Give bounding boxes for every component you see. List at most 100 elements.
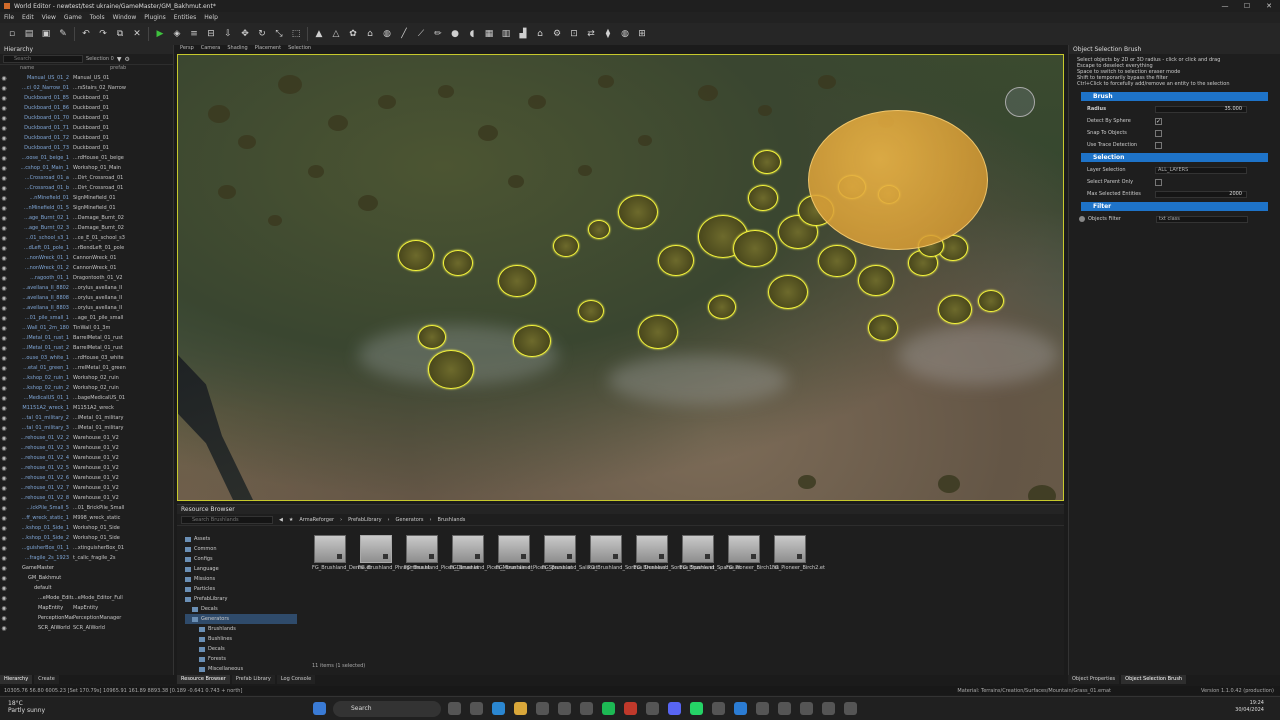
crumb-prefablibrary[interactable]: PrefabLibrary <box>348 517 381 523</box>
delete-icon[interactable]: ✕ <box>131 28 143 40</box>
swap-icon[interactable]: ⇄ <box>585 28 597 40</box>
hierarchy-row[interactable]: ◉ ...ci_02_Narrow_01 ...rsStairs_02_Narrow <box>0 83 173 93</box>
visibility-eye-icon[interactable]: ◉ <box>0 305 8 312</box>
hierarchy-row[interactable]: ◉ ...kshop_02_ruin_1 Workshop_02_ruin <box>0 373 173 383</box>
asset-tile[interactable]: FG_Brushland_Picea_Dense.et <box>404 535 479 571</box>
folder-item[interactable]: Decals <box>185 644 297 654</box>
visibility-eye-icon[interactable]: ◉ <box>0 615 8 622</box>
rotate-icon[interactable]: ↻ <box>256 28 268 40</box>
menu-view[interactable]: View <box>42 14 56 21</box>
hierarchy-row[interactable]: ◉ Duckboard_01_73 Duckboard_01 <box>0 143 173 153</box>
visibility-eye-icon[interactable]: ◉ <box>0 545 8 552</box>
parent-only-checkbox[interactable] <box>1155 178 1162 186</box>
asset-tile[interactable]: FG_Brushland_Sorbus_Dense.et <box>588 535 667 571</box>
photos-icon[interactable] <box>580 702 593 715</box>
visibility-eye-icon[interactable]: ◉ <box>0 225 8 232</box>
visibility-eye-icon[interactable]: ◉ <box>0 465 8 472</box>
hierarchy-row[interactable]: ◉ Duckboard_01_70 Duckboard_01 <box>0 113 173 123</box>
app-icon[interactable] <box>822 702 835 715</box>
visibility-eye-icon[interactable]: ◉ <box>0 515 8 522</box>
visibility-eye-icon[interactable]: ◉ <box>0 595 8 602</box>
house-icon[interactable]: ⌂ <box>534 28 546 40</box>
hierarchy-row[interactable]: ◉ ...avellana_II_8802 ...orylus_avellana_I… <box>0 283 173 293</box>
visibility-eye-icon[interactable]: ◉ <box>0 285 8 292</box>
hierarchy-row[interactable]: ◉ ...rehouse_01_V2_2 Warehouse_01_V2 <box>0 433 173 443</box>
hierarchy-row[interactable]: ◉ ...oose_01_beige_1 ...rdHouse_01_beige <box>0 153 173 163</box>
visibility-eye-icon[interactable]: ◉ <box>0 215 8 222</box>
visibility-eye-icon[interactable]: ◉ <box>0 95 8 102</box>
tab-object-selection-brush[interactable]: Object Selection Brush <box>1121 675 1187 684</box>
folder-item[interactable]: Configs <box>185 554 297 564</box>
radius-input[interactable]: 35.000 <box>1155 105 1247 113</box>
visibility-eye-icon[interactable]: ◉ <box>0 625 8 632</box>
mail-icon[interactable] <box>536 702 549 715</box>
col-prefab[interactable]: prefab <box>110 65 126 73</box>
whatsapp-icon[interactable] <box>690 702 703 715</box>
app-icon[interactable] <box>712 702 725 715</box>
close-button[interactable]: ✕ <box>1258 0 1280 12</box>
hierarchy-row[interactable]: ◉ ...guisherBox_01_1 ...xtinguisherBox_01 <box>0 543 173 553</box>
menu-tools[interactable]: Tools <box>90 14 105 21</box>
folder-item[interactable]: Language <box>185 564 297 574</box>
orientation-gizmo-icon[interactable] <box>1005 87 1035 117</box>
road-icon[interactable]: ⟋ <box>415 28 427 40</box>
entity-row[interactable]: ◉ GameMaster <box>0 563 173 573</box>
detect-sphere-checkbox[interactable]: ✓ <box>1155 117 1162 125</box>
hierarchy-row[interactable]: ◉ ...nMinefield_01 SignMinefield_01 <box>0 193 173 203</box>
visibility-eye-icon[interactable]: ◉ <box>0 115 8 122</box>
focus-icon[interactable]: ⊡ <box>568 28 580 40</box>
taskbar-search[interactable]: Search <box>333 701 441 717</box>
visibility-eye-icon[interactable]: ◉ <box>0 85 8 92</box>
prefab-icon[interactable]: ⌂ <box>364 28 376 40</box>
visibility-eye-icon[interactable]: ◉ <box>0 605 8 612</box>
visibility-eye-icon[interactable]: ◉ <box>0 255 8 262</box>
hierarchy-row[interactable]: ◉ ...rehouse_01_V2_3 Warehouse_01_V2 <box>0 443 173 453</box>
hierarchy-row[interactable]: ◉ ...kshop_02_ruin_2 Workshop_02_ruin <box>0 383 173 393</box>
app-icon[interactable] <box>646 702 659 715</box>
visibility-eye-icon[interactable]: ◉ <box>0 475 8 482</box>
visibility-eye-icon[interactable]: ◉ <box>0 585 8 592</box>
copy-icon[interactable]: ⧉ <box>114 28 126 40</box>
visibility-eye-icon[interactable]: ◉ <box>0 485 8 492</box>
hierarchy-row[interactable]: ◉ ...lMetal_01_rust_1 BarrelMetal_01_rust <box>0 333 173 343</box>
entity-row[interactable]: ◉ SCR_AIWorld SCR_AIWorld <box>0 623 173 633</box>
resource-search-input[interactable]: Search Brushlands <box>181 515 273 524</box>
visibility-eye-icon[interactable]: ◉ <box>0 275 8 282</box>
shelf-icon[interactable]: ▥ <box>500 28 512 40</box>
hierarchy-row[interactable]: ◉ ...lMetal_01_rust_2 BarrelMetal_01_rust <box>0 343 173 353</box>
visibility-eye-icon[interactable]: ◉ <box>0 245 8 252</box>
visibility-eye-icon[interactable]: ◉ <box>0 235 8 242</box>
task-view-icon[interactable] <box>448 702 461 715</box>
folder-item[interactable]: Missions <box>185 574 297 584</box>
asset-tile[interactable]: FG_Brushland_Sorbus_Sparse.et <box>634 535 715 571</box>
asset-tile[interactable]: FG_Pioneer_Birch2.et <box>772 535 825 571</box>
folder-item[interactable]: Particles <box>185 584 297 594</box>
netflix-icon[interactable] <box>624 702 637 715</box>
crumb-generators[interactable]: Generators <box>396 517 424 523</box>
back-icon[interactable]: ◀ <box>279 517 283 523</box>
tab-prefab-library[interactable]: Prefab Library <box>231 675 275 684</box>
app-icon[interactable] <box>844 702 857 715</box>
gear-icon[interactable]: ⚙ <box>551 28 563 40</box>
app-icon[interactable] <box>778 702 791 715</box>
visibility-eye-icon[interactable]: ◉ <box>0 335 8 342</box>
pencil-icon[interactable]: ✏ <box>432 28 444 40</box>
asset-tile[interactable]: FG_Brushland_Phragmites.et <box>358 535 430 571</box>
folder-item[interactable]: PrefabLibrary <box>185 594 297 604</box>
hierarchy-row[interactable]: ◉ ...rehouse_01_V2_6 Warehouse_01_V2 <box>0 473 173 483</box>
hierarchy-row[interactable]: ◉ ...dLeft_01_pole_1 ...rBendLeft_01_pole <box>0 243 173 253</box>
entity-row[interactable]: ◉ PerceptionManagerPerceptionManager <box>0 613 173 623</box>
grid-icon[interactable]: ▦ <box>483 28 495 40</box>
hierarchy-row[interactable]: ◉ ...ragooth_01_1 Dragontooth_01_V2 <box>0 273 173 283</box>
tab-persp[interactable]: Persp <box>180 45 194 54</box>
menu-file[interactable]: File <box>4 14 14 21</box>
visibility-eye-icon[interactable]: ◉ <box>0 395 8 402</box>
hierarchy-row[interactable]: ◉ ...nonWreck_01_2 CannonWreck_01 <box>0 263 173 273</box>
visibility-eye-icon[interactable]: ◉ <box>0 145 8 152</box>
system-tray-clock[interactable]: 19:24 30/04/2024 <box>1235 700 1264 714</box>
visibility-eye-icon[interactable]: ◉ <box>0 195 8 202</box>
new-file-icon[interactable]: ▫ <box>6 28 18 40</box>
hierarchy-search-input[interactable]: Search <box>3 55 83 63</box>
folder-item[interactable]: Generators <box>185 614 297 624</box>
hierarchy-row[interactable]: ◉ ...MedicalUS_01_1 ...bageMedicalUS_01 <box>0 393 173 403</box>
